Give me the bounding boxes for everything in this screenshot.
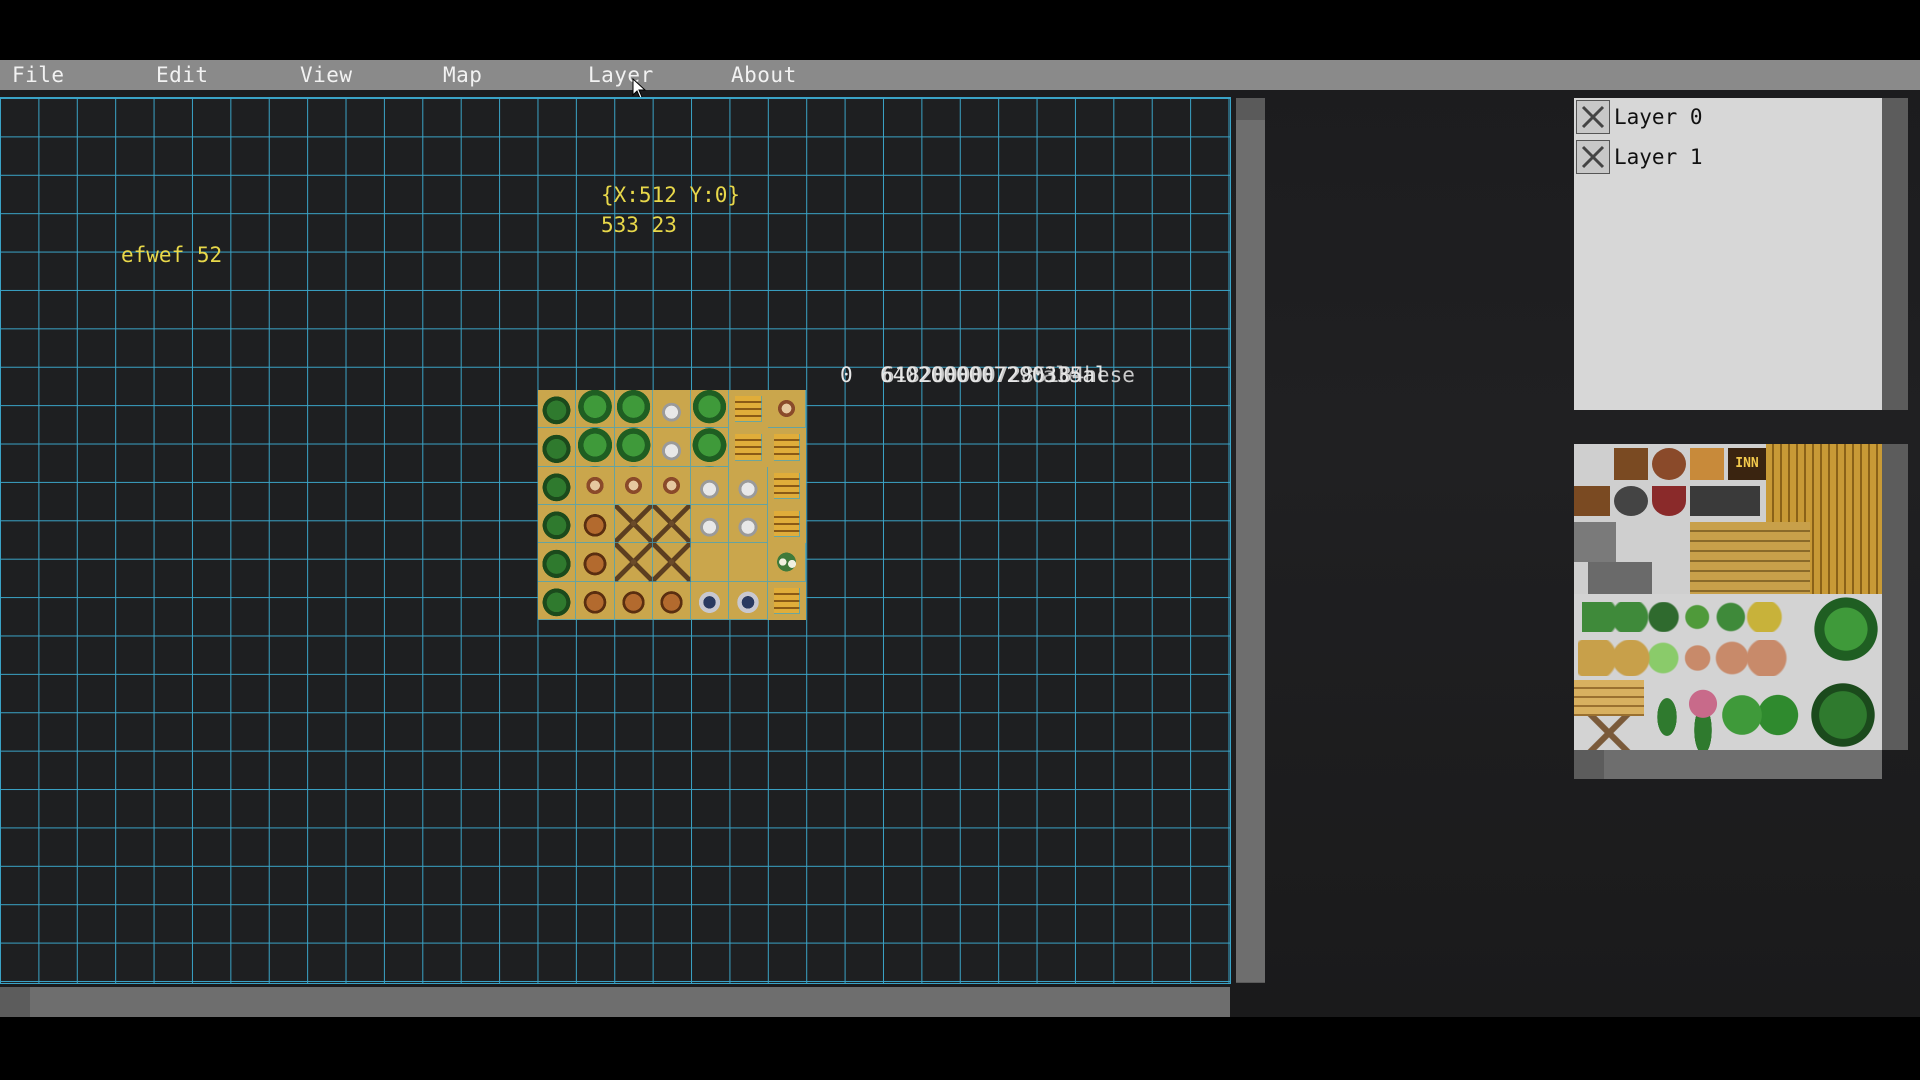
dead-tree-tile[interactable] xyxy=(614,543,653,582)
tileset-palette[interactable]: INN xyxy=(1574,444,1882,750)
bush-tile[interactable] xyxy=(538,543,577,582)
layer-visibility-checkbox[interactable] xyxy=(1576,140,1610,174)
crate-tile[interactable] xyxy=(773,587,800,614)
coordinate-readout: {X:512 Y:0} xyxy=(601,183,741,207)
dead-branches-tile[interactable] xyxy=(1578,716,1640,750)
rock-tile[interactable] xyxy=(691,504,730,544)
fence-tile[interactable] xyxy=(1574,680,1644,716)
bucket-tile[interactable] xyxy=(652,581,692,620)
dead-tree-tile[interactable] xyxy=(652,504,692,544)
shield-sign-icon[interactable] xyxy=(1652,486,1686,516)
crate-tile[interactable] xyxy=(773,510,800,538)
debug-number-d: tale xyxy=(1030,363,1081,387)
flower-tile[interactable] xyxy=(767,543,806,582)
bucket-tile[interactable] xyxy=(614,581,653,620)
flower-bush-tile[interactable] xyxy=(1686,684,1720,750)
well-tile[interactable] xyxy=(691,581,730,620)
layer-list-scrollbar[interactable] xyxy=(1882,98,1908,410)
basket-tile[interactable] xyxy=(576,581,615,620)
placed-tile-region[interactable] xyxy=(538,390,806,620)
cursor-readout: 533 23 xyxy=(601,213,677,237)
menu-bar: File Edit View Map Layer About xyxy=(0,60,1920,99)
armor-sign-icon[interactable] xyxy=(1652,448,1686,480)
stump-tile[interactable] xyxy=(614,466,653,505)
crate-tile[interactable] xyxy=(735,396,762,423)
large-tree-tile[interactable] xyxy=(1810,594,1882,672)
mouse-cursor-icon xyxy=(632,78,647,99)
bush-tile[interactable] xyxy=(538,581,577,620)
dead-tree-tile[interactable] xyxy=(614,504,653,544)
tileset-vertical-scrollbar[interactable] xyxy=(1882,444,1908,750)
pine-tile[interactable] xyxy=(691,428,730,467)
well-tile[interactable] xyxy=(729,581,768,620)
ground-tile[interactable] xyxy=(691,543,730,582)
pot-tile[interactable] xyxy=(576,504,615,544)
tileset-horizontal-scrollbar[interactable] xyxy=(1574,750,1882,779)
debug-label: efwef 52 xyxy=(121,243,223,267)
pot-tile[interactable] xyxy=(576,543,615,582)
layer-row-1[interactable]: Layer 1 xyxy=(1574,138,1882,176)
rock-tile[interactable] xyxy=(652,428,692,467)
sword-sign-icon[interactable] xyxy=(1614,448,1648,480)
stone-tile[interactable] xyxy=(1588,562,1652,594)
canvas-horizontal-scrollbar[interactable] xyxy=(0,987,1230,1017)
rock-tile[interactable] xyxy=(652,390,692,429)
rock-tile[interactable] xyxy=(691,466,730,505)
stump-tile[interactable] xyxy=(652,466,692,505)
layer-label: Layer 1 xyxy=(1614,145,1703,169)
tree-tile[interactable] xyxy=(614,428,653,467)
crate-tile[interactable] xyxy=(773,434,800,461)
close-x-icon xyxy=(1581,105,1605,129)
shrub-row[interactable] xyxy=(1582,602,1822,632)
barrel-sign-icon[interactable] xyxy=(1574,486,1610,516)
layer-label: Layer 0 xyxy=(1614,105,1703,129)
canvas-vertical-scroll-thumb[interactable] xyxy=(1236,120,1265,982)
close-x-icon xyxy=(1581,145,1605,169)
canvas-vertical-scrollbar[interactable] xyxy=(1236,98,1265,983)
menu-view[interactable]: View xyxy=(300,60,353,90)
stump-tile[interactable] xyxy=(767,390,806,429)
dead-tree-tile[interactable] xyxy=(652,543,692,582)
rock-tile[interactable] xyxy=(729,504,768,544)
debug-number-a: 0 xyxy=(840,363,853,387)
crate-tile[interactable] xyxy=(735,434,762,461)
menu-edit[interactable]: Edit xyxy=(156,60,209,90)
layer-row-0[interactable]: Layer 0 xyxy=(1574,98,1882,136)
map-editor-window: File Edit View Map Layer About {X:512 Y:… xyxy=(0,60,1920,1017)
inn-sign[interactable]: INN xyxy=(1728,448,1766,480)
menu-file[interactable]: File xyxy=(12,60,65,90)
tree-pair-tile[interactable] xyxy=(1722,680,1802,750)
bush-tile[interactable] xyxy=(538,390,577,429)
rock-tile[interactable] xyxy=(729,466,768,505)
wreath-sign-icon[interactable] xyxy=(1614,486,1648,516)
tileset-horizontal-scroll-thumb[interactable] xyxy=(1604,750,1882,779)
wood-floor-tiles[interactable] xyxy=(1690,522,1810,594)
crate-tile[interactable] xyxy=(773,472,800,499)
menu-map[interactable]: Map xyxy=(443,60,482,90)
pine-tree-tile[interactable] xyxy=(1650,684,1684,750)
layer-list-panel: Layer 0 Layer 1 xyxy=(1574,98,1882,410)
bush-tile[interactable] xyxy=(538,504,577,544)
bush-tile[interactable] xyxy=(538,428,577,467)
item-sign-icon[interactable] xyxy=(1690,448,1724,480)
tree-tile[interactable] xyxy=(614,390,653,429)
stump-tile[interactable] xyxy=(576,466,615,505)
debug-number-c: 6182000007285184hese xyxy=(882,363,1135,387)
stone-tile[interactable] xyxy=(1574,522,1616,562)
bush-tile[interactable] xyxy=(538,466,577,505)
stump-row[interactable] xyxy=(1578,640,1808,676)
layer-visibility-checkbox[interactable] xyxy=(1576,100,1610,134)
menu-about[interactable]: About xyxy=(731,60,797,90)
pine-tile[interactable] xyxy=(691,390,730,429)
map-canvas[interactable]: {X:512 Y:0} 533 23 efwef 52 0 6402000007… xyxy=(0,97,1231,984)
tree-tile[interactable] xyxy=(576,428,615,467)
tree-tile[interactable] xyxy=(576,390,615,429)
forest-tile[interactable] xyxy=(1804,680,1882,750)
ground-tile[interactable] xyxy=(729,543,768,582)
canvas-horizontal-scroll-button[interactable] xyxy=(0,987,30,1017)
creature-sign-icon[interactable] xyxy=(1690,486,1760,516)
